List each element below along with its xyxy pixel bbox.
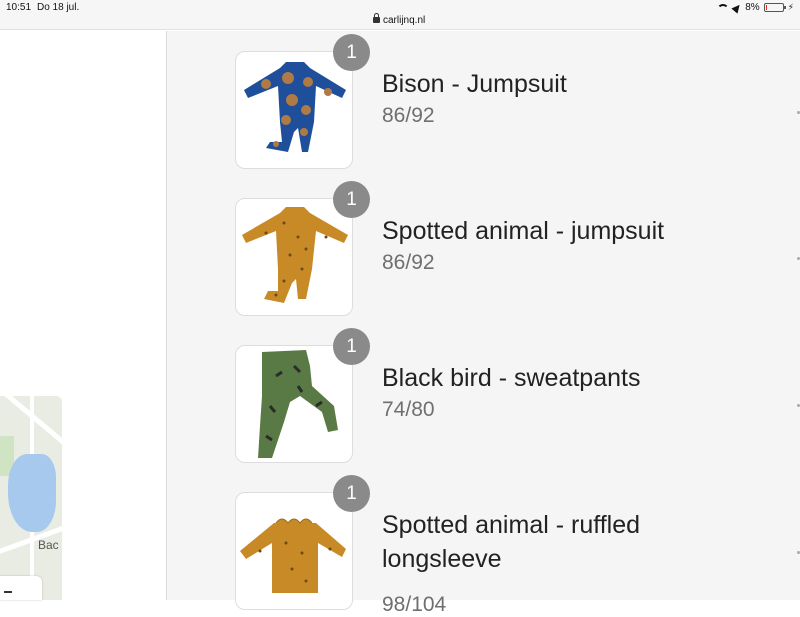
spotted-jumpsuit-image — [242, 207, 348, 303]
order-item: 1 Spotted animal - jumpsuit 86/92 — [235, 178, 795, 316]
product-name: Bison - Jumpsuit — [382, 70, 567, 98]
status-time: 10:51 — [6, 2, 32, 13]
product-thumbnail — [235, 51, 353, 169]
status-date: Do 18 jul. — [37, 2, 80, 13]
order-item: 1 Bison - Jumpsuit 86/92 — [235, 31, 795, 169]
url-text: carlijnq.nl — [383, 15, 426, 26]
product-size: 98/104 — [382, 593, 447, 616]
battery-percent: 8% — [745, 2, 760, 13]
product-size: 86/92 — [382, 104, 435, 127]
product-thumbnail — [235, 198, 353, 316]
bison-jumpsuit-image — [244, 62, 346, 152]
order-item: 1 Black bird - sweatpants 74/80 — [235, 325, 795, 463]
map-preview[interactable]: Bac — [0, 396, 62, 600]
order-item: 1 Spotted animal - ruffled longsleeve 98… — [235, 472, 795, 616]
location-arrow-icon — [731, 1, 743, 14]
product-size: 86/92 — [382, 251, 435, 274]
quantity-badge: 1 — [333, 328, 370, 365]
quantity-badge: 1 — [333, 34, 370, 71]
product-size: 74/80 — [382, 398, 435, 421]
status-indicators: 8% ⚡ — [717, 1, 794, 14]
lock-icon — [373, 13, 380, 23]
black-bird-sweatpants-image — [258, 350, 338, 458]
map-label: Bac — [38, 538, 59, 552]
quantity-badge: 1 — [333, 475, 370, 512]
wifi-icon — [717, 3, 730, 12]
battery-icon — [763, 3, 786, 12]
quantity-badge: 1 — [333, 181, 370, 218]
product-thumbnail — [235, 492, 353, 610]
product-name: Spotted animal - ruffled longsleeve — [382, 511, 641, 573]
product-thumbnail — [235, 345, 353, 463]
address-bar[interactable]: carlijnq.nl — [373, 13, 426, 26]
product-name: Spotted animal - jumpsuit — [382, 217, 665, 245]
product-name: Black bird - sweatpants — [382, 364, 641, 392]
spotted-longsleeve-image — [240, 518, 346, 593]
map-lake — [8, 454, 56, 532]
order-summary-list: 1 Bison - Jumpsuit 86/92 1 Spotted anima… — [167, 31, 800, 616]
map-zoom-control[interactable] — [0, 576, 42, 600]
status-bar: 10:51 Do 18 jul. carlijnq.nl 8% ⚡ — [0, 0, 800, 30]
charging-bolt-icon: ⚡ — [787, 2, 794, 12]
battery-level — [765, 5, 767, 10]
